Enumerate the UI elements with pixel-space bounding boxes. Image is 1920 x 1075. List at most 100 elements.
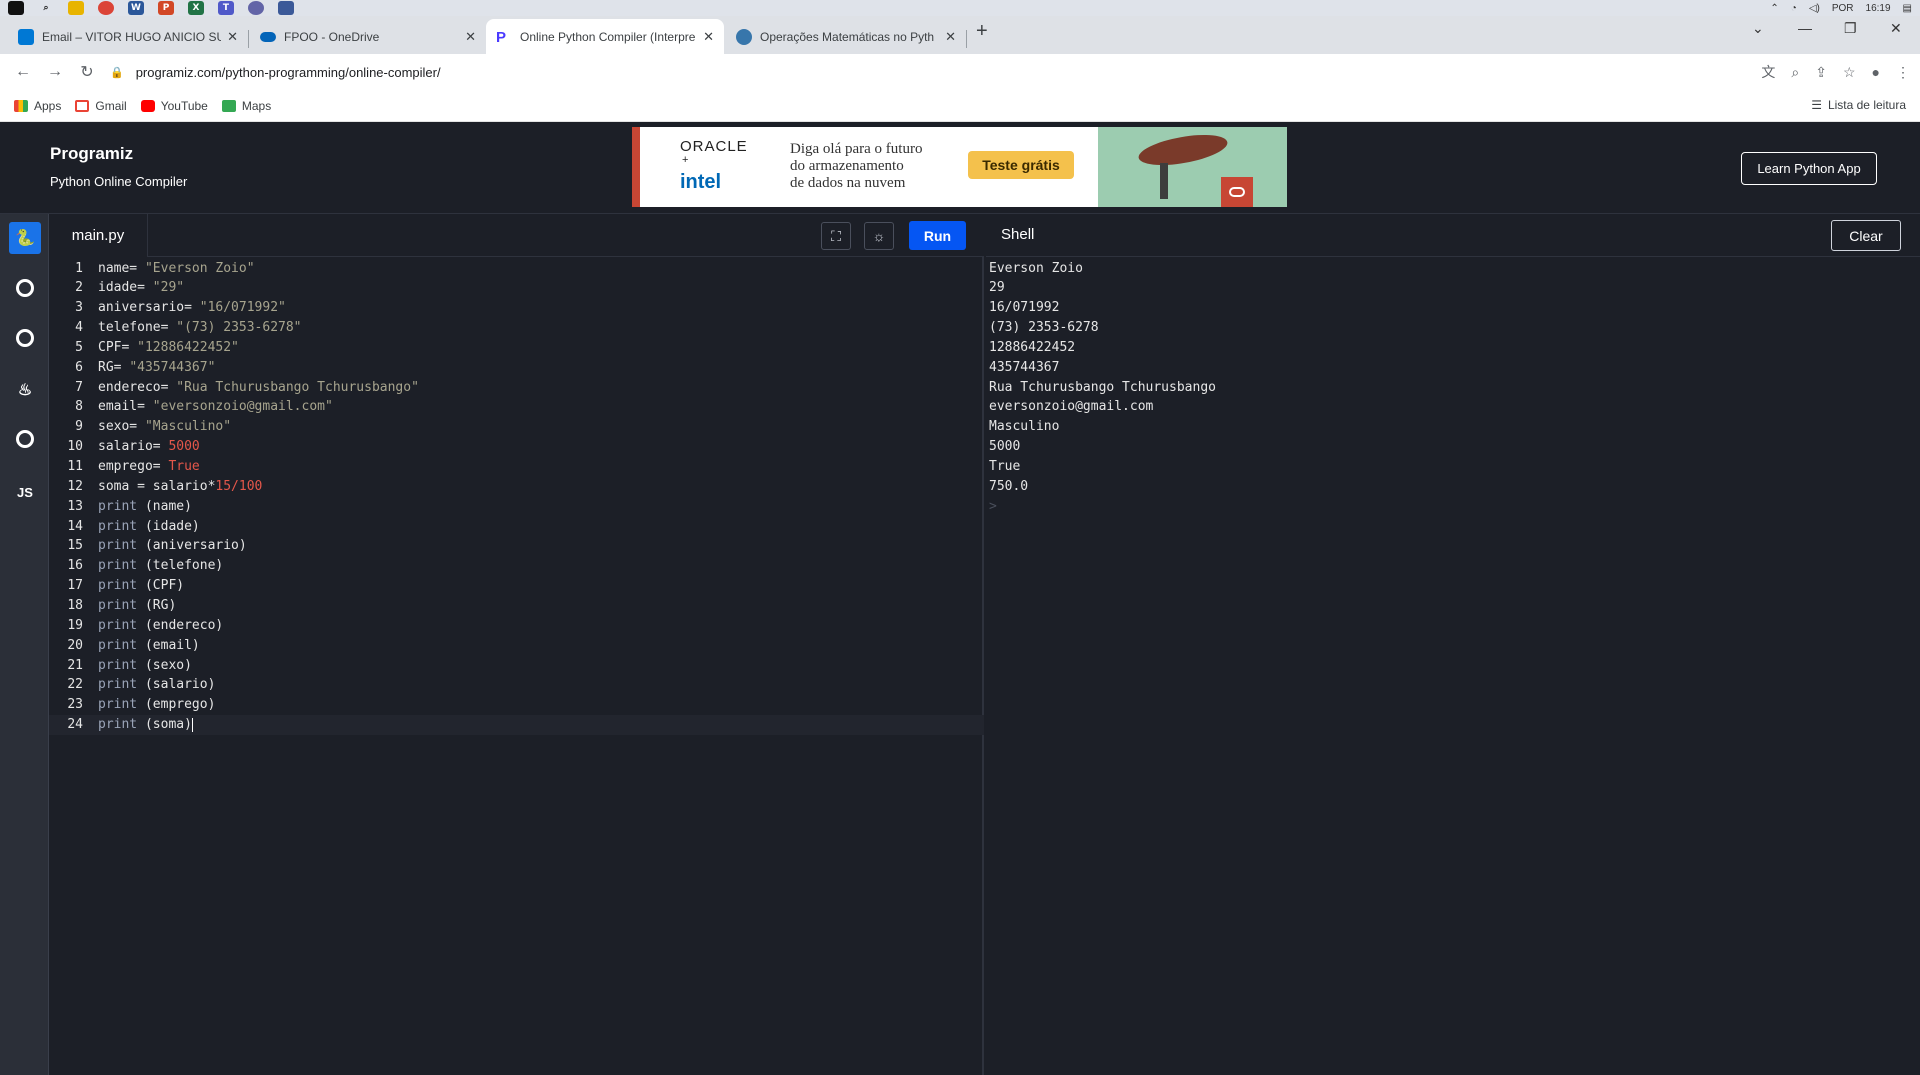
theme-toggle-icon[interactable]: ☼ bbox=[864, 222, 894, 250]
code-line[interactable]: 6 RG= "435744367" bbox=[49, 357, 984, 377]
address-bar[interactable]: 🔒 programiz.com/python-programming/onlin… bbox=[110, 58, 1720, 86]
code-line[interactable]: 7 endereco= "Rua Tchurusbango Tchurusbang… bbox=[49, 377, 984, 397]
code-text[interactable]: print (name) bbox=[98, 499, 192, 514]
code-line[interactable]: 16 print (telefone) bbox=[49, 556, 984, 576]
code-text[interactable]: soma = salario*15/100 bbox=[98, 479, 262, 494]
reload-icon[interactable]: ↻ bbox=[78, 62, 96, 82]
code-line[interactable]: 11 emprego= True bbox=[49, 457, 984, 477]
word-icon[interactable]: W bbox=[128, 1, 144, 15]
code-text[interactable]: print (soma) bbox=[98, 717, 193, 732]
code-line[interactable]: 15 print (aniversario) bbox=[49, 536, 984, 556]
app-icon[interactable] bbox=[248, 1, 264, 15]
notifications-icon[interactable]: ▤ bbox=[1903, 3, 1912, 14]
teams-icon[interactable]: T bbox=[218, 1, 234, 15]
translate-icon[interactable]: 文 bbox=[1761, 62, 1775, 82]
language-c[interactable] bbox=[9, 272, 41, 304]
code-line[interactable]: 12 soma = salario*15/100 bbox=[49, 476, 984, 496]
url-text[interactable]: programiz.com/python-programming/online-… bbox=[136, 65, 441, 80]
new-tab-button[interactable]: + bbox=[976, 20, 988, 43]
code-line[interactable]: 5 CPF= "12886422452" bbox=[49, 337, 984, 357]
language-javascript[interactable]: JS bbox=[9, 476, 41, 508]
browser-tab-email[interactable]: Email – VITOR HUGO ANICIO SU ✕ bbox=[8, 19, 248, 54]
learn-python-app-button[interactable]: Learn Python App bbox=[1741, 152, 1877, 185]
file-tab-main[interactable]: main.py bbox=[49, 214, 148, 257]
code-text[interactable]: print (sexo) bbox=[98, 658, 192, 673]
chevron-up-icon[interactable]: ⌃ bbox=[1770, 3, 1778, 14]
code-text[interactable]: print (endereco) bbox=[98, 618, 223, 633]
code-line[interactable]: 18 print (RG) bbox=[49, 595, 984, 615]
run-button[interactable]: Run bbox=[909, 221, 966, 250]
reading-list[interactable]: ☰ Lista de leitura bbox=[1811, 98, 1906, 112]
code-text[interactable]: print (RG) bbox=[98, 598, 176, 613]
forward-icon[interactable]: → bbox=[46, 63, 64, 81]
restore-icon[interactable]: ❐ bbox=[1844, 20, 1857, 37]
search-icon[interactable]: ⌕ bbox=[38, 1, 54, 15]
code-line[interactable]: 1 name= "Everson Zoio" bbox=[49, 258, 984, 278]
code-line[interactable]: 20 print (email) bbox=[49, 635, 984, 655]
apple-icon[interactable] bbox=[8, 1, 24, 15]
zoom-icon[interactable]: ⌕ bbox=[1791, 64, 1799, 81]
chrome-icon[interactable] bbox=[98, 1, 114, 15]
minimize-icon[interactable]: — bbox=[1798, 20, 1812, 36]
code-line[interactable]: 24 print (soma) bbox=[49, 714, 984, 735]
code-text[interactable]: endereco= "Rua Tchurusbango Tchurusbango… bbox=[98, 380, 419, 395]
bookmark-gmail[interactable]: Gmail bbox=[75, 99, 127, 113]
tab-search-icon[interactable]: ⌄ bbox=[1752, 20, 1764, 37]
browser-tab-onedrive[interactable]: FPOO - OneDrive ✕ bbox=[250, 19, 486, 54]
code-text[interactable]: print (idade) bbox=[98, 519, 200, 534]
volume-icon[interactable]: ◁) bbox=[1809, 3, 1820, 14]
bookmark-maps[interactable]: Maps bbox=[221, 99, 271, 113]
share-icon[interactable]: ⇪ bbox=[1815, 64, 1827, 81]
back-icon[interactable]: ← bbox=[14, 63, 32, 81]
code-text[interactable]: print (emprego) bbox=[98, 697, 215, 712]
code-line[interactable]: 23 print (emprego) bbox=[49, 695, 984, 715]
browser-tab-python[interactable]: Operações Matemáticas no Pyth ✕ bbox=[726, 19, 966, 54]
code-text[interactable]: telefone= "(73) 2353-6278" bbox=[98, 320, 302, 335]
language-java[interactable]: ♨ bbox=[9, 374, 41, 406]
language-python[interactable]: 🐍 bbox=[9, 222, 41, 254]
shell-prompt[interactable]: > bbox=[989, 496, 997, 516]
code-text[interactable]: CPF= "12886422452" bbox=[98, 340, 239, 355]
code-line[interactable]: 10 salario= 5000 bbox=[49, 437, 984, 457]
shell-output[interactable]: Everson Zoio 29 16/071992 (73) 2353-6278 128… bbox=[986, 257, 1920, 1075]
code-text[interactable]: print (telefone) bbox=[98, 558, 223, 573]
close-tab-icon[interactable]: ✕ bbox=[945, 29, 956, 45]
code-line[interactable]: 3 aniversario= "16/071992" bbox=[49, 298, 984, 318]
ad-cta-button[interactable]: Teste grátis bbox=[968, 151, 1074, 179]
lock-icon[interactable]: 🔒 bbox=[110, 66, 124, 79]
code-text[interactable]: print (CPF) bbox=[98, 578, 184, 593]
code-text[interactable]: salario= 5000 bbox=[98, 439, 200, 454]
bookmark-youtube[interactable]: YouTube bbox=[140, 99, 208, 113]
code-line[interactable]: 21 print (sexo) bbox=[49, 655, 984, 675]
close-tab-icon[interactable]: ✕ bbox=[227, 29, 238, 45]
code-line[interactable]: 2 idade= "29" bbox=[49, 278, 984, 298]
code-text[interactable]: print (salario) bbox=[98, 677, 215, 692]
code-line[interactable]: 4 telefone= "(73) 2353-6278" bbox=[49, 318, 984, 338]
code-text[interactable]: name= "Everson Zoio" bbox=[98, 261, 255, 276]
programiz-logo[interactable]: Programiz bbox=[50, 144, 133, 164]
bookmark-star-icon[interactable]: ☆ bbox=[1843, 64, 1856, 81]
app-icon[interactable] bbox=[278, 1, 294, 15]
code-text[interactable]: idade= "29" bbox=[98, 280, 184, 295]
code-line[interactable]: 17 print (CPF) bbox=[49, 576, 984, 596]
excel-icon[interactable]: X bbox=[188, 1, 204, 15]
tray-language[interactable]: POR bbox=[1832, 3, 1854, 14]
code-line[interactable]: 9 sexo= "Masculino" bbox=[49, 417, 984, 437]
code-text[interactable]: print (aniversario) bbox=[98, 538, 247, 553]
code-text[interactable]: emprego= True bbox=[98, 459, 200, 474]
language-cpp[interactable] bbox=[9, 322, 41, 354]
close-tab-icon[interactable]: ✕ bbox=[465, 29, 476, 45]
code-line[interactable]: 22 print (salario) bbox=[49, 675, 984, 695]
code-text[interactable]: sexo= "Masculino" bbox=[98, 419, 231, 434]
code-line[interactable]: 14 print (idade) bbox=[49, 516, 984, 536]
close-window-icon[interactable]: ✕ bbox=[1890, 20, 1902, 37]
tray-clock[interactable]: 16:19 bbox=[1866, 3, 1891, 14]
file-explorer-icon[interactable] bbox=[68, 1, 84, 15]
code-text[interactable]: aniversario= "16/071992" bbox=[98, 300, 286, 315]
browser-tab-programiz[interactable]: P Online Python Compiler (Interpre ✕ bbox=[486, 19, 724, 54]
menu-kebab-icon[interactable]: ⋮ bbox=[1896, 64, 1910, 81]
code-text[interactable]: email= "eversonzoio@gmail.com" bbox=[98, 399, 333, 414]
code-line[interactable]: 8 email= "eversonzoio@gmail.com" bbox=[49, 397, 984, 417]
fullscreen-icon[interactable]: ⛶ bbox=[821, 222, 851, 250]
bookmark-apps[interactable]: Apps bbox=[14, 99, 61, 113]
